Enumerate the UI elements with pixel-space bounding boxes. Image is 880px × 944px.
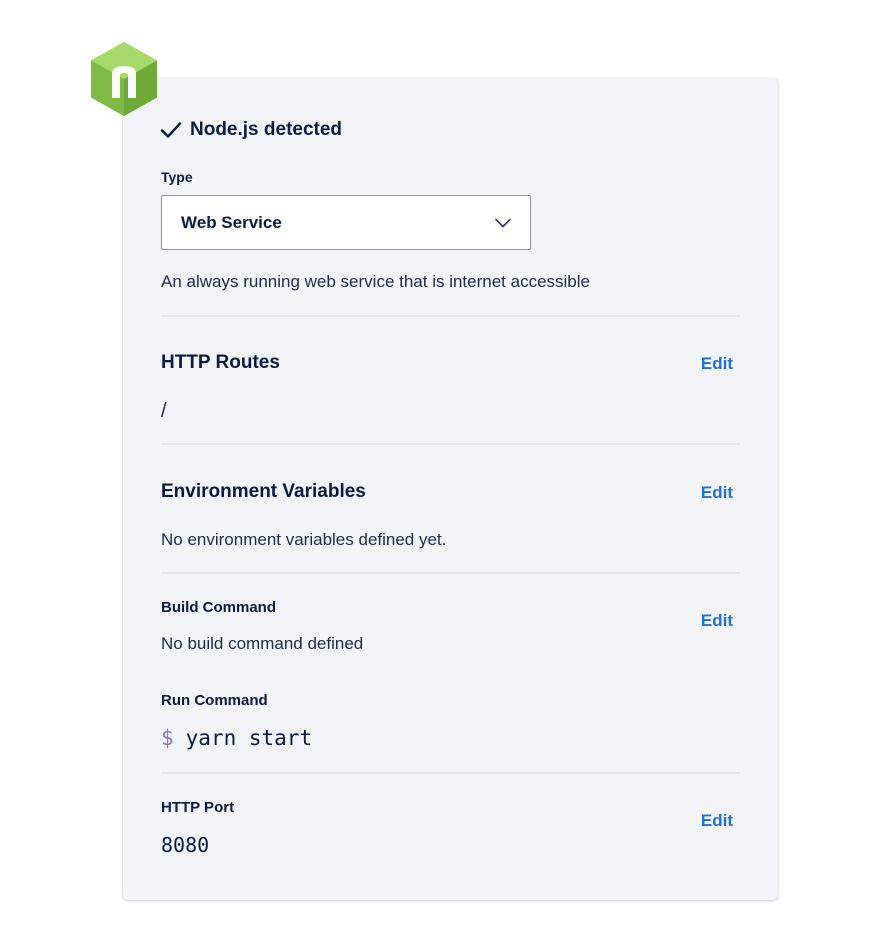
http-routes-value: / <box>161 400 167 422</box>
divider <box>161 572 740 574</box>
check-icon <box>160 122 182 138</box>
divider <box>161 315 740 317</box>
run-command-label: Run Command <box>161 692 268 709</box>
http-routes-edit-button[interactable]: Edit <box>701 354 733 374</box>
http-port-edit-button[interactable]: Edit <box>701 811 733 831</box>
divider <box>161 443 740 445</box>
env-vars-edit-button[interactable]: Edit <box>701 483 733 503</box>
env-vars-value: No environment variables defined yet. <box>161 530 447 549</box>
build-command-label: Build Command <box>161 599 276 616</box>
detected-label: Node.js detected <box>190 119 343 140</box>
detected-banner: Node.js detected <box>160 119 342 141</box>
commands-edit-button[interactable]: Edit <box>701 611 733 631</box>
http-port-value: 8080 <box>161 833 210 857</box>
nodejs-logo-icon <box>90 41 158 117</box>
chevron-down-icon <box>495 218 511 227</box>
divider <box>161 772 740 774</box>
http-port-label: HTTP Port <box>161 799 235 816</box>
type-select[interactable]: Web Service <box>161 195 531 250</box>
run-command-block: $ yarn start <box>161 726 312 750</box>
env-vars-title: Environment Variables <box>161 481 366 502</box>
type-label: Type <box>161 169 193 185</box>
shell-prompt: $ <box>161 726 174 750</box>
run-command-value: yarn start <box>185 726 313 750</box>
http-routes-title: HTTP Routes <box>161 352 280 373</box>
type-select-value: Web Service <box>181 212 282 232</box>
build-command-value: No build command defined <box>161 634 364 653</box>
type-description: An always running web service that is in… <box>161 272 590 291</box>
